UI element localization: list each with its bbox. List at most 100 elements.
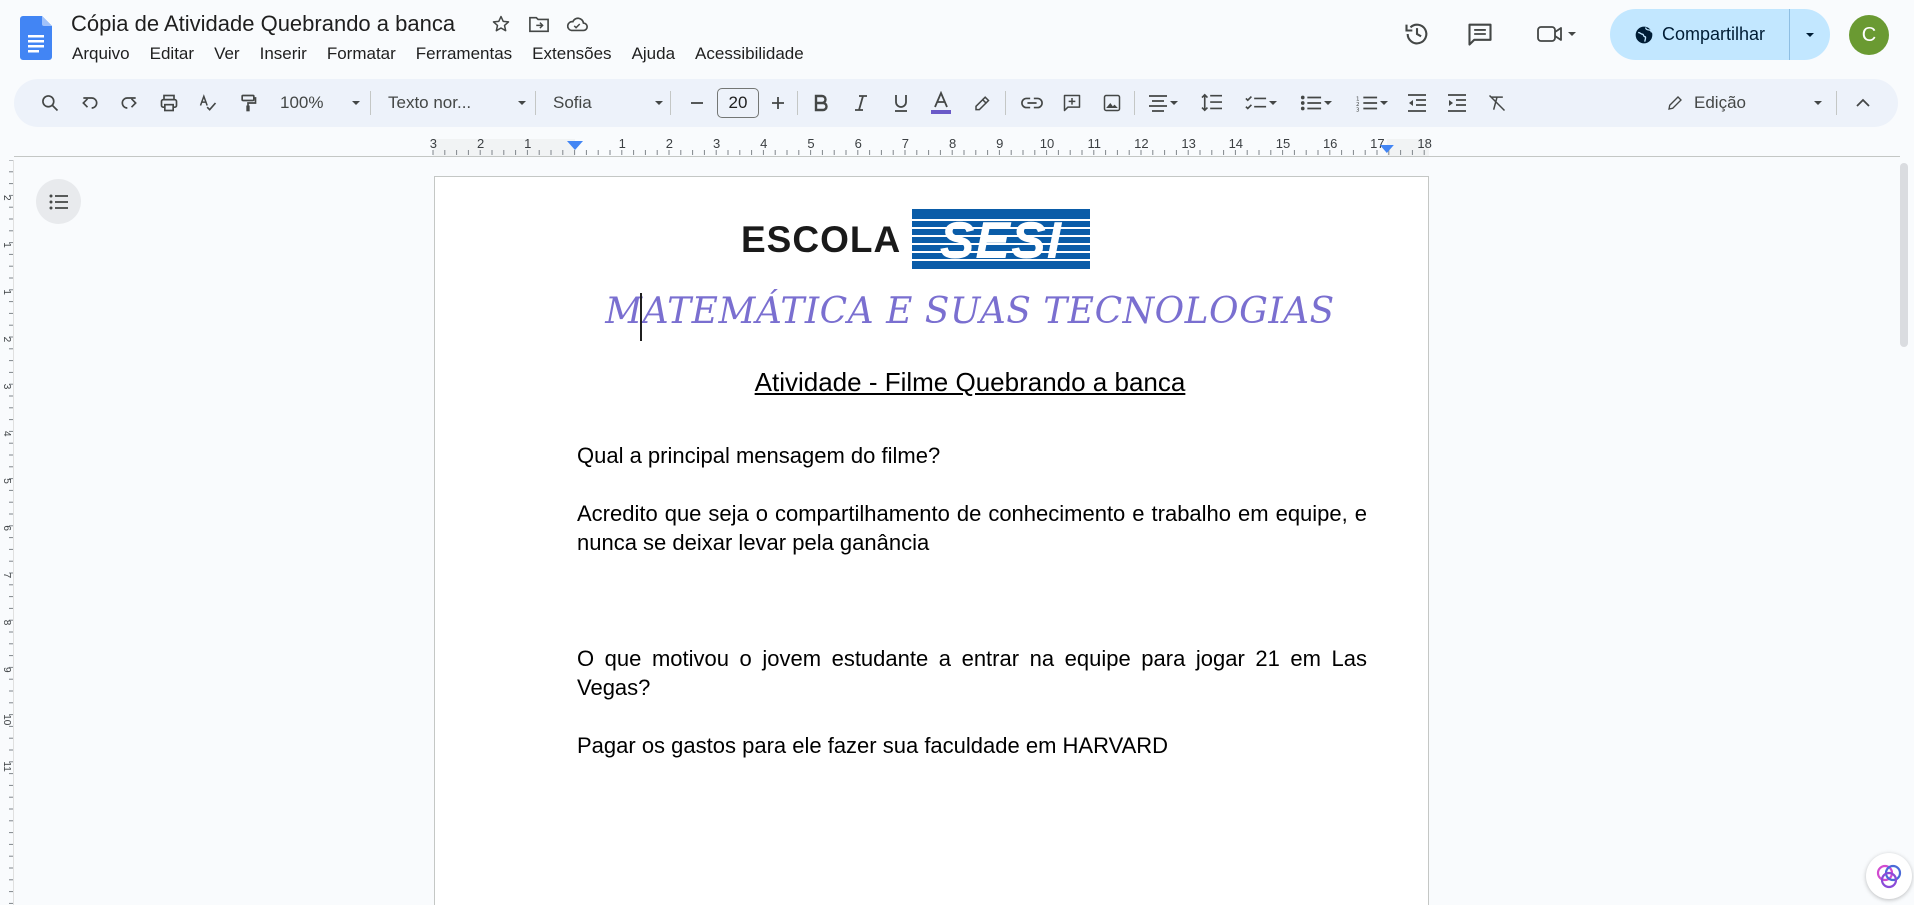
vertical-scrollbar[interactable] [1896,157,1914,905]
question-1: Qual a principal mensagem do filme? [577,443,941,468]
collapse-menus-icon[interactable] [1848,79,1878,127]
editing-mode-select[interactable]: Edição [1650,79,1830,127]
increase-indent-icon[interactable] [1442,79,1472,127]
paragraph-style-value: Texto nor... [388,93,472,112]
comments-icon[interactable] [1460,14,1500,54]
ruler-label: 11 [1087,136,1101,151]
question-2: O que motivou o jovem estudante a entrar… [577,646,1367,700]
version-history-icon[interactable] [1397,14,1437,54]
chevron-down-icon [352,101,360,105]
checklist-select[interactable] [1239,79,1285,127]
bold-icon[interactable] [806,79,836,127]
add-comment-icon[interactable] [1057,79,1087,127]
align-select[interactable] [1142,79,1186,127]
escola-logo-text: ESCOLA [741,219,902,260]
line-spacing-icon[interactable] [1197,79,1227,127]
avatar[interactable]: C [1849,15,1889,55]
menu-bar: Arquivo Editar Ver Inserir Formatar Ferr… [62,42,814,66]
star-icon[interactable] [489,12,513,36]
scrollbar-thumb[interactable] [1900,163,1908,347]
chevron-down-icon [1568,32,1576,36]
document-title[interactable]: Cópia de Atividade Quebrando a banca [71,11,455,37]
cloud-saved-icon[interactable] [565,12,589,36]
activity-title: Atividade - Filme Quebrando a banca [754,367,1186,397]
underline-icon[interactable] [886,79,916,127]
ruler-scale: 3 2 1 1 2 3 4 5 6 7 8 9 10 11 12 13 14 15 16 17 18 [430,136,1432,156]
decrease-indent-icon[interactable] [1402,79,1432,127]
vertical-ruler-scale: 211234567891011 [1,160,13,904]
checklist-icon [1245,95,1267,110]
decrease-font-size-button[interactable] [682,79,712,127]
editing-mode-value: Edição [1694,93,1746,112]
sesi-logo-text: SESI [939,212,1063,269]
font-select[interactable]: Sofia [549,79,669,127]
ruler-label: 1 [524,136,531,151]
brain-icon [1876,864,1902,889]
subject-heading: MATEMÁTICA E SUAS TECNOLOGIAS [605,291,1335,332]
toolbar-divider [1134,91,1135,115]
search-icon[interactable] [36,79,64,127]
ruler-label: 1 [619,136,626,151]
vertical-ruler-label: 10 [1,714,12,726]
horizontal-ruler[interactable]: 3 2 1 1 2 3 4 5 6 7 8 9 10 11 12 13 14 15 16 17 18 [0,133,1914,157]
bulleted-list-icon [1300,95,1322,111]
print-icon[interactable] [155,79,183,127]
increase-font-size-button[interactable] [763,79,793,127]
zoom-select[interactable]: 100% [276,79,366,127]
vertical-ruler-label: 2 [1,337,12,343]
share-button[interactable]: Compartilhar [1610,9,1790,60]
menu-ferramentas[interactable]: Ferramentas [406,42,522,66]
ruler-label: 3 [430,136,437,151]
menu-extensoes[interactable]: Extensões [522,42,621,66]
vertical-ruler[interactable]: 2 1 1 2 3 4 5 6 7 8 9 10 11 [0,160,14,905]
toolbar: 100% Texto nor... Sofia 20 1 2 3 Edição [14,79,1898,127]
insert-image-icon[interactable] [1097,79,1127,127]
insert-link-icon[interactable] [1017,79,1047,127]
menu-ajuda[interactable]: Ajuda [622,42,685,66]
docs-header: Cópia de Atividade Quebrando a banca Arq… [0,0,1914,74]
toolbar-divider [670,91,671,115]
document-outline-button[interactable] [36,179,81,224]
paragraph-style-select[interactable]: Texto nor... [384,79,532,127]
docs-logo-icon[interactable] [20,16,52,60]
ruler-label: 17 [1370,136,1384,151]
svg-text:3: 3 [1356,107,1360,112]
bulleted-list-select[interactable] [1294,79,1340,127]
ruler-label: 7 [902,136,909,151]
paint-format-icon[interactable] [234,79,262,127]
italic-icon[interactable] [846,79,876,127]
menu-ver[interactable]: Ver [204,42,250,66]
ruler-label: 14 [1229,136,1243,151]
vertical-ruler-label: 8 [1,620,12,626]
menu-arquivo[interactable]: Arquivo [62,42,140,66]
chevron-down-icon [518,101,526,105]
clear-formatting-icon[interactable] [1482,79,1512,127]
share-dropdown[interactable] [1790,29,1830,41]
ruler-label: 3 [713,136,720,151]
vertical-ruler-label: 5 [1,478,12,484]
chevron-down-icon [1806,32,1814,37]
menu-editar[interactable]: Editar [140,42,204,66]
spellcheck-icon[interactable] [194,79,222,127]
ruler-label: 8 [949,136,956,151]
vertical-ruler-label: 1 [1,242,12,248]
menu-formatar[interactable]: Formatar [317,42,406,66]
highlight-color-icon[interactable] [966,79,996,127]
redo-icon[interactable] [115,79,143,127]
menu-inserir[interactable]: Inserir [250,42,317,66]
text-color-icon[interactable] [926,79,956,127]
plus-icon [772,97,784,109]
ruler-label: 15 [1276,136,1290,151]
pencil-icon [1668,96,1682,110]
font-size-input[interactable]: 20 [717,88,759,118]
numbered-list-select[interactable]: 123 [1350,79,1396,127]
ruler-label: 12 [1134,136,1148,151]
move-folder-icon[interactable] [527,12,551,36]
meet-button[interactable] [1527,14,1587,54]
menu-acessibilidade[interactable]: Acessibilidade [685,42,814,66]
toolbar-divider [797,91,798,115]
share-button-group: Compartilhar [1610,9,1830,60]
document-page[interactable]: ESCOLA SESI MATEMÁTICA E SUAS TECNOLOGIA… [434,176,1429,905]
undo-icon[interactable] [76,79,104,127]
gemini-assistant-button[interactable] [1866,853,1912,899]
